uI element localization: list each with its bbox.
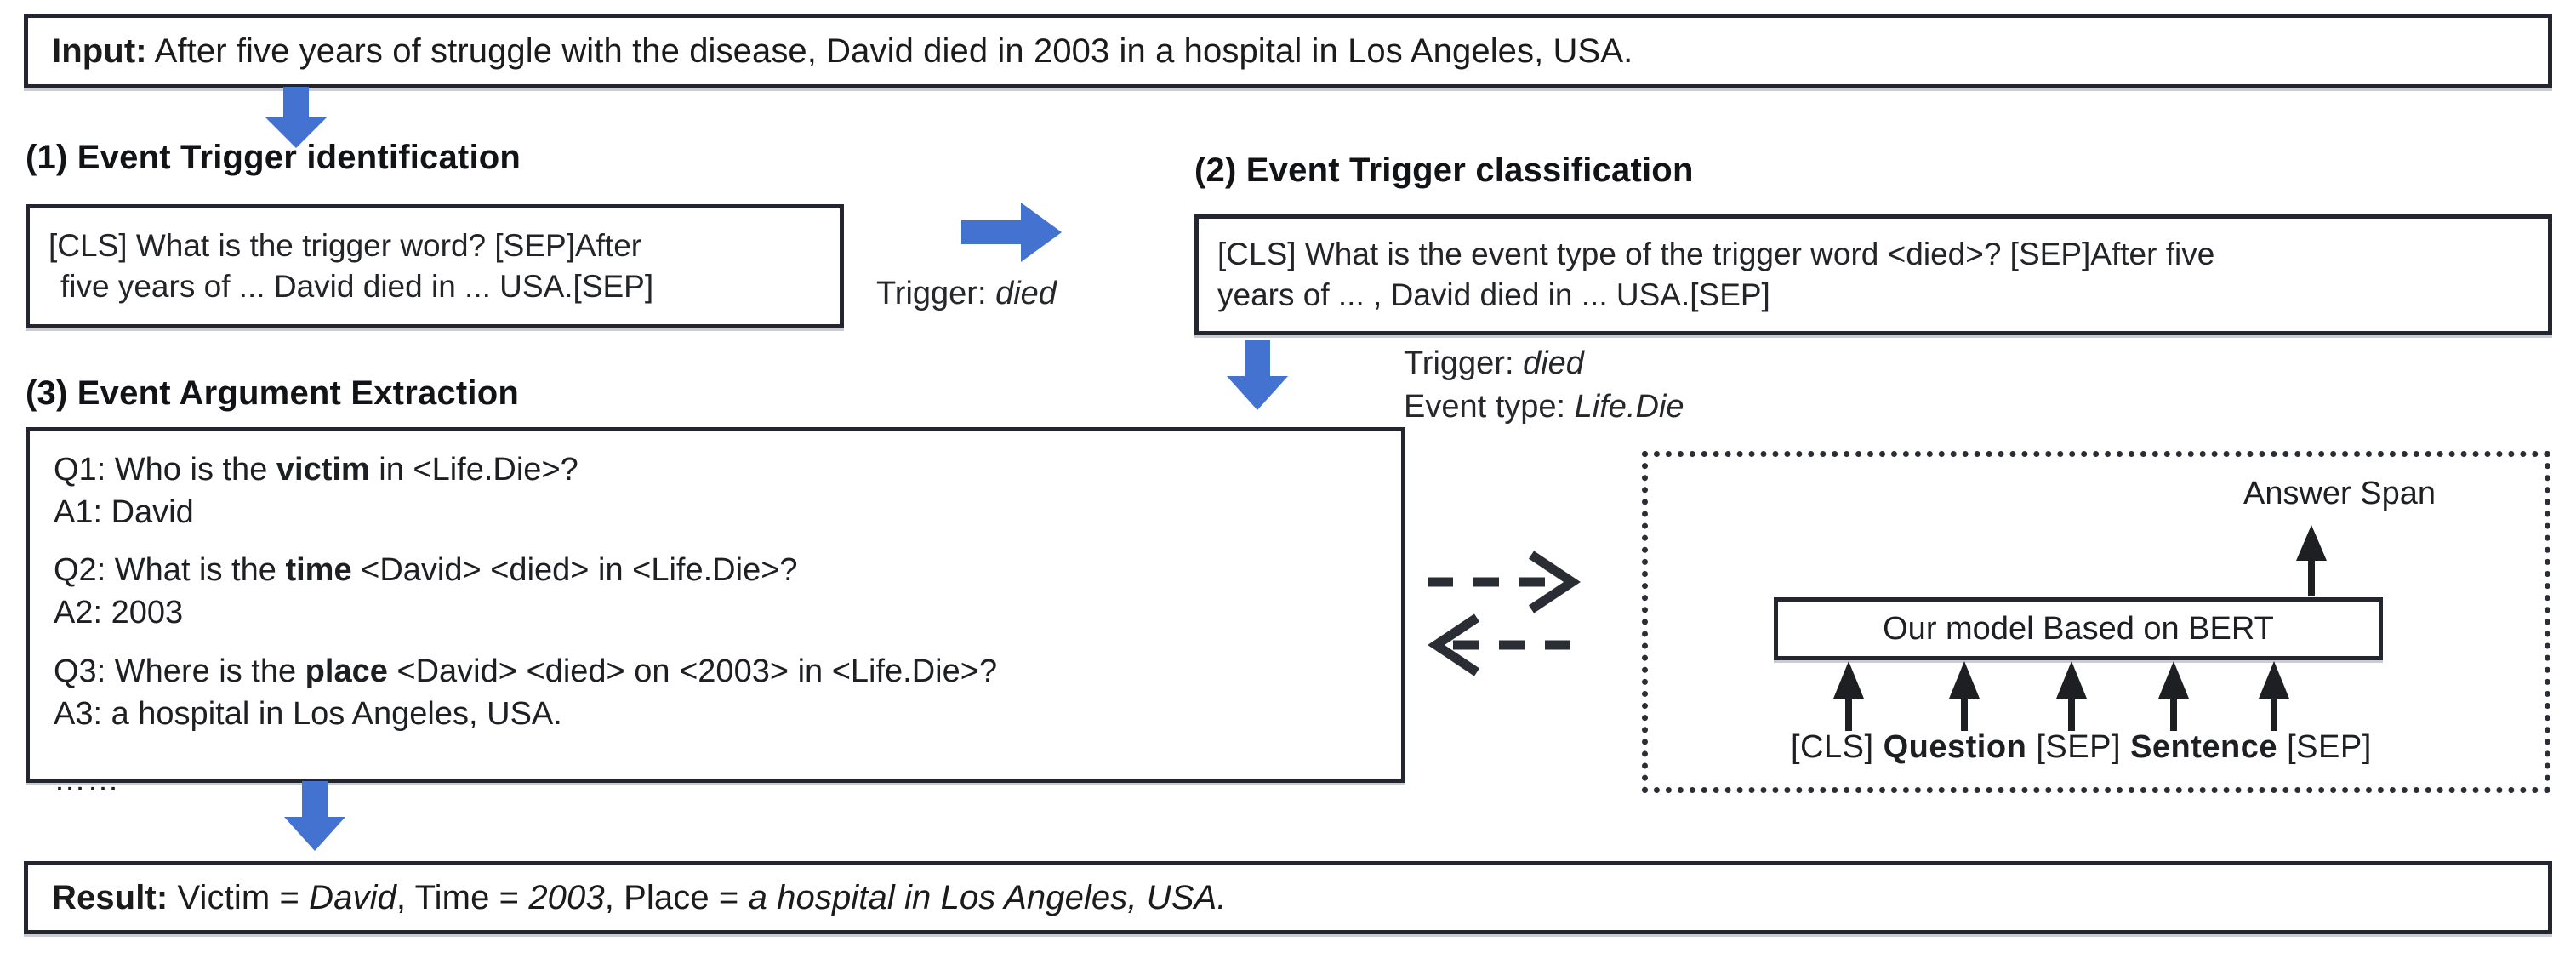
arrow-up-icon bbox=[2296, 525, 2327, 596]
qa-q3-prefix: Q3: Where is the bbox=[54, 653, 305, 689]
arrow-left-dashed-icon bbox=[1428, 613, 1576, 676]
qa-a3-text: A3: a hospital in Los Angeles, USA. bbox=[54, 695, 562, 732]
model-token-row: [CLS] Question [SEP] Sentence [SEP] bbox=[1791, 729, 2372, 766]
model-box: Our model Based on BERT bbox=[1774, 597, 2383, 660]
stage2-output-event-type: Event type: Life.Die bbox=[1404, 385, 1684, 429]
arrow-up-icon bbox=[1833, 661, 2289, 731]
input-text: Input: After five years of struggle with… bbox=[30, 30, 2546, 72]
diagram-canvas: Input: After five years of struggle with… bbox=[0, 0, 2576, 953]
qa-line-q1: Q1: Who is the victim in <Life.Die>? bbox=[54, 448, 1377, 491]
stage1-prompt-line-1: [CLS] What is the trigger word? [SEP]Aft… bbox=[48, 227, 642, 263]
qa-q3-suffix: <David> <died> on <2003> in <Life.Die>? bbox=[387, 653, 998, 689]
stage1-prompt-line-2: five years of ... David died in ... USA.… bbox=[60, 269, 654, 304]
qa-q3-bold: place bbox=[305, 653, 388, 689]
qa-q2-suffix: <David> <died> in <Life.Die>? bbox=[351, 552, 798, 589]
stage2-prompt-line-2: years of ... , David died in ... USA.[SE… bbox=[1217, 277, 1770, 312]
qa-line-a2: A2: 2003 bbox=[54, 591, 1377, 634]
stage2-prompt-box: [CLS] What is the event type of the trig… bbox=[1194, 214, 2552, 335]
qa-q2-bold: time bbox=[285, 552, 352, 589]
qa-a1-text: A1: David bbox=[54, 494, 194, 531]
qa-q2-prefix: Q2: What is the bbox=[54, 552, 286, 589]
qa-spacer bbox=[54, 534, 1377, 549]
stage2-output-trigger: Trigger: died bbox=[1404, 342, 1684, 385]
qa-line-a1: A1: David bbox=[54, 491, 1377, 534]
qa-q1-suffix: in <Life.Die>? bbox=[369, 452, 578, 488]
token-sentence: Sentence bbox=[2130, 729, 2278, 765]
input-sentence: After five years of struggle with the di… bbox=[146, 32, 1633, 70]
trigger-label: Trigger: died bbox=[876, 272, 1057, 316]
arrow-down-icon bbox=[284, 781, 345, 851]
qa-line-q2: Q2: What is the time <David> <died> in <… bbox=[54, 549, 1377, 591]
result-place-value: a hospital in Los Angeles, USA. bbox=[748, 879, 1227, 916]
stage1-heading: (1) Event Trigger identification bbox=[26, 139, 521, 176]
stage2-trigger-prefix: Trigger: bbox=[1404, 345, 1524, 381]
arrow-up-answer-span bbox=[2293, 525, 2330, 596]
arrow-down-stage2-to-stage3 bbox=[1217, 340, 1298, 410]
stage2-event-type-value: Life.Die bbox=[1574, 388, 1684, 425]
qa-line-q3: Q3: Where is the place <David> <died> on… bbox=[54, 650, 1377, 693]
arrow-down-icon bbox=[1227, 340, 1288, 410]
qa-spacer bbox=[54, 635, 1377, 650]
token-sep-end: [SEP] bbox=[2277, 729, 2372, 765]
result-time-key: , Time = bbox=[396, 879, 529, 916]
arrow-right-stage1-to-stage2 bbox=[961, 203, 1062, 262]
qa-spacer bbox=[54, 735, 1377, 764]
qa-ellipsis: …… bbox=[54, 762, 120, 798]
stage2-heading: (2) Event Trigger classification bbox=[1194, 151, 1694, 189]
token-cls-open: [CLS] bbox=[1791, 729, 1884, 765]
input-label: Input: bbox=[52, 32, 147, 70]
qa-a2-text: A2: 2003 bbox=[54, 595, 184, 631]
input-box: Input: After five years of struggle with… bbox=[24, 14, 2552, 88]
stage3-heading: (3) Event Argument Extraction bbox=[26, 374, 519, 412]
model-exchange-arrows bbox=[1419, 545, 1615, 681]
stage2-output-labels: Trigger: died Event type: Life.Die bbox=[1404, 342, 1684, 429]
result-box: Result: Victim = David, Time = 2003, Pla… bbox=[24, 861, 2552, 934]
arrow-right-dashed-icon bbox=[1428, 551, 1581, 613]
stage1-prompt-box: [CLS] What is the trigger word? [SEP]Aft… bbox=[26, 204, 844, 328]
result-text: Result: Victim = David, Time = 2003, Pla… bbox=[30, 876, 2546, 919]
model-box-label: Our model Based on BERT bbox=[1883, 610, 2274, 647]
stage2-event-type-prefix: Event type: bbox=[1404, 388, 1575, 425]
model-input-arrows bbox=[1767, 661, 2396, 731]
qa-q1-prefix: Q1: Who is the bbox=[54, 452, 276, 488]
stage3-qa-box: Q1: Who is the victim in <Life.Die>? A1:… bbox=[26, 427, 1405, 796]
stage2-prompt-line-1: [CLS] What is the event type of the trig… bbox=[1217, 236, 2215, 271]
result-place-key: , Place = bbox=[604, 879, 749, 916]
token-question: Question bbox=[1883, 729, 2027, 765]
answer-span-label: Answer Span bbox=[2243, 476, 2436, 511]
result-time-value: 2003 bbox=[528, 879, 605, 916]
result-victim-value: David bbox=[309, 879, 396, 916]
arrow-down-stage3-to-result bbox=[274, 781, 356, 851]
stage2-trigger-value: died bbox=[1523, 345, 1584, 381]
arrow-right-icon bbox=[961, 203, 1062, 262]
trigger-label-value: died bbox=[995, 276, 1057, 311]
result-victim-key: Victim = bbox=[168, 879, 310, 916]
trigger-label-prefix: Trigger: bbox=[876, 276, 996, 311]
token-sep-mid: [SEP] bbox=[2026, 729, 2131, 765]
result-label: Result: bbox=[52, 879, 168, 916]
model-panel: Answer Span Our model Based on BERT [CLS… bbox=[1642, 451, 2550, 793]
qa-q1-bold: victim bbox=[276, 452, 370, 488]
qa-line-a3: A3: a hospital in Los Angeles, USA. bbox=[54, 693, 1377, 735]
